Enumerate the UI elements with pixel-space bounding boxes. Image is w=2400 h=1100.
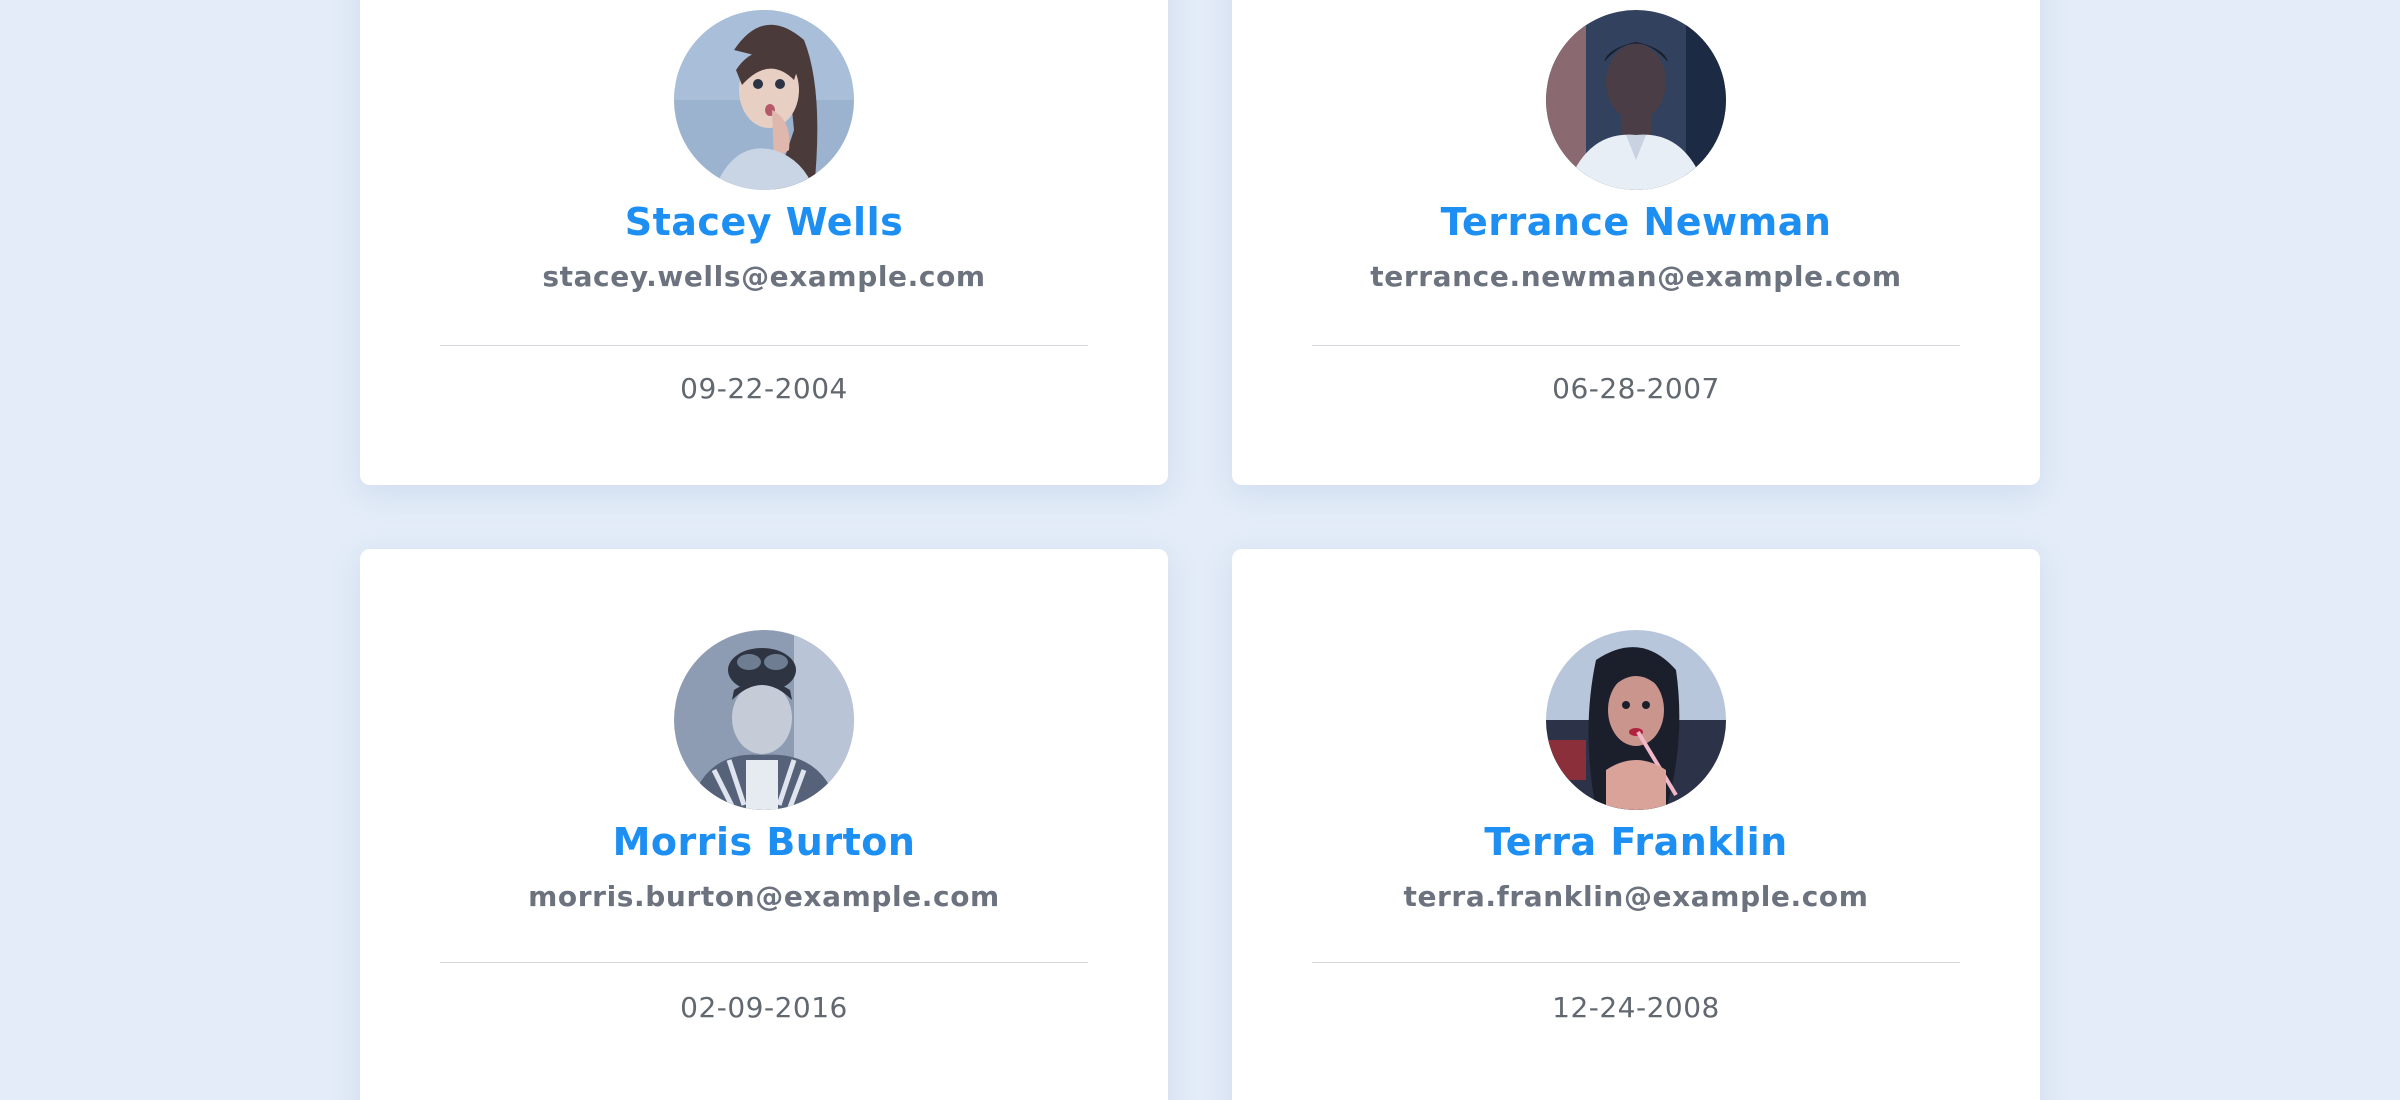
- divider: [1312, 345, 1960, 346]
- divider: [1312, 962, 1960, 963]
- user-date: 09-22-2004: [680, 372, 848, 405]
- user-email[interactable]: terra.franklin@example.com: [1232, 880, 2040, 913]
- user-date: 02-09-2016: [680, 991, 848, 1024]
- user-card: Terra Franklin terra.franklin@example.co…: [1232, 549, 2040, 1100]
- user-email[interactable]: morris.burton@example.com: [360, 880, 1168, 913]
- user-date: 12-24-2008: [1552, 991, 1720, 1024]
- user-photo-icon: [674, 10, 854, 190]
- user-photo-icon: [674, 630, 854, 810]
- divider: [440, 962, 1088, 963]
- avatar: [1546, 630, 1726, 810]
- user-email[interactable]: terrance.newman@example.com: [1232, 260, 2040, 293]
- avatar: [674, 630, 854, 810]
- avatar: [1546, 10, 1726, 190]
- user-name: Terrance Newman: [1440, 200, 1832, 244]
- user-photo-icon: [1546, 630, 1726, 810]
- user-card: Stacey Wells stacey.wells@example.com 09…: [360, 0, 1168, 485]
- avatar: [674, 10, 854, 190]
- user-name: Terra Franklin: [1484, 820, 1788, 864]
- user-name: Morris Burton: [612, 820, 916, 864]
- user-card: Terrance Newman terrance.newman@example.…: [1232, 0, 2040, 485]
- user-photo-icon: [1546, 10, 1726, 190]
- user-date: 06-28-2007: [1552, 372, 1720, 405]
- user-card-grid: Stacey Wells stacey.wells@example.com 09…: [0, 0, 2400, 1100]
- divider: [440, 345, 1088, 346]
- user-email[interactable]: stacey.wells@example.com: [360, 260, 1168, 293]
- user-name: Stacey Wells: [624, 200, 904, 244]
- user-card: Morris Burton morris.burton@example.com …: [360, 549, 1168, 1100]
